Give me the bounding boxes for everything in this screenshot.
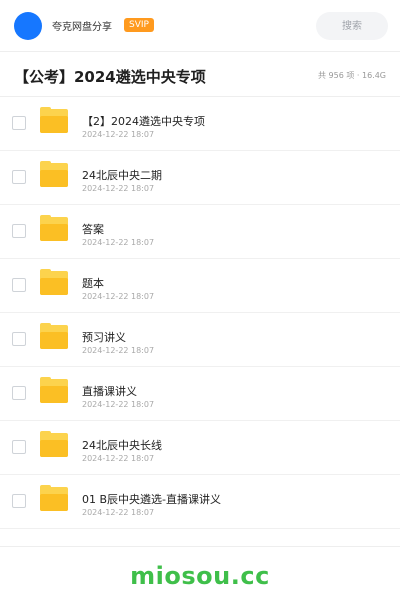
- file-list: 【2】2024遴选中央专项 2024-12-22 18:07 24北辰中央二期 …: [0, 97, 400, 529]
- search-input[interactable]: [316, 12, 388, 40]
- file-date: 2024-12-22 18:07: [82, 184, 155, 193]
- file-row[interactable]: 24北辰中央二期 2024-12-22 18:07: [0, 151, 400, 205]
- page-title: 【公考】2024遴选中央专项: [14, 68, 206, 86]
- share-header: 【公考】2024遴选中央专项 共 956 项 · 16.4G: [0, 53, 400, 97]
- checkbox-icon[interactable]: [12, 332, 26, 346]
- file-date: 2024-12-22 18:07: [82, 508, 155, 517]
- file-date: 2024-12-22 18:07: [82, 130, 155, 139]
- file-name[interactable]: 题本: [82, 275, 104, 291]
- folder-icon: [40, 323, 68, 349]
- file-date: 2024-12-22 18:07: [82, 292, 155, 301]
- brand-name: 夸克网盘分享: [52, 22, 112, 33]
- file-row[interactable]: 答案 2024-12-22 18:07: [0, 205, 400, 259]
- folder-icon: [40, 215, 68, 241]
- checkbox-icon[interactable]: [12, 386, 26, 400]
- folder-icon: [40, 431, 68, 457]
- file-row[interactable]: 01 B辰中央遴选-直播课讲义 2024-12-22 18:07: [0, 475, 400, 529]
- checkbox-icon[interactable]: [12, 440, 26, 454]
- file-name[interactable]: 24北辰中央二期: [82, 167, 162, 183]
- footer-divider: [0, 546, 400, 547]
- avatar[interactable]: [14, 12, 42, 40]
- file-row[interactable]: 预习讲义 2024-12-22 18:07: [0, 313, 400, 367]
- file-name[interactable]: 24北辰中央长线: [82, 437, 162, 453]
- file-row[interactable]: 24北辰中央长线 2024-12-22 18:07: [0, 421, 400, 475]
- top-bar: 夸克网盘分享 SVIP: [0, 0, 400, 52]
- file-name[interactable]: 01 B辰中央遴选-直播课讲义: [82, 491, 221, 507]
- file-row[interactable]: 直播课讲义 2024-12-22 18:07: [0, 367, 400, 421]
- file-name[interactable]: 直播课讲义: [82, 383, 137, 399]
- file-date: 2024-12-22 18:07: [82, 238, 155, 247]
- checkbox-icon[interactable]: [12, 278, 26, 292]
- folder-icon: [40, 107, 68, 133]
- svip-badge: SVIP: [124, 18, 154, 32]
- file-name[interactable]: 【2】2024遴选中央专项: [82, 113, 205, 129]
- file-date: 2024-12-22 18:07: [82, 346, 155, 355]
- checkbox-icon[interactable]: [12, 170, 26, 184]
- file-row[interactable]: 题本 2024-12-22 18:07: [0, 259, 400, 313]
- file-name[interactable]: 答案: [82, 221, 104, 237]
- checkbox-icon[interactable]: [12, 494, 26, 508]
- file-date: 2024-12-22 18:07: [82, 400, 155, 409]
- folder-icon: [40, 161, 68, 187]
- checkbox-icon[interactable]: [12, 224, 26, 238]
- file-name[interactable]: 预习讲义: [82, 329, 126, 345]
- file-row[interactable]: 【2】2024遴选中央专项 2024-12-22 18:07: [0, 97, 400, 151]
- file-date: 2024-12-22 18:07: [82, 454, 155, 463]
- checkbox-icon[interactable]: [12, 116, 26, 130]
- folder-icon: [40, 269, 68, 295]
- watermark: miosou.cc: [130, 562, 270, 590]
- share-meta: 共 956 项 · 16.4G: [318, 71, 386, 80]
- folder-icon: [40, 485, 68, 511]
- folder-icon: [40, 377, 68, 403]
